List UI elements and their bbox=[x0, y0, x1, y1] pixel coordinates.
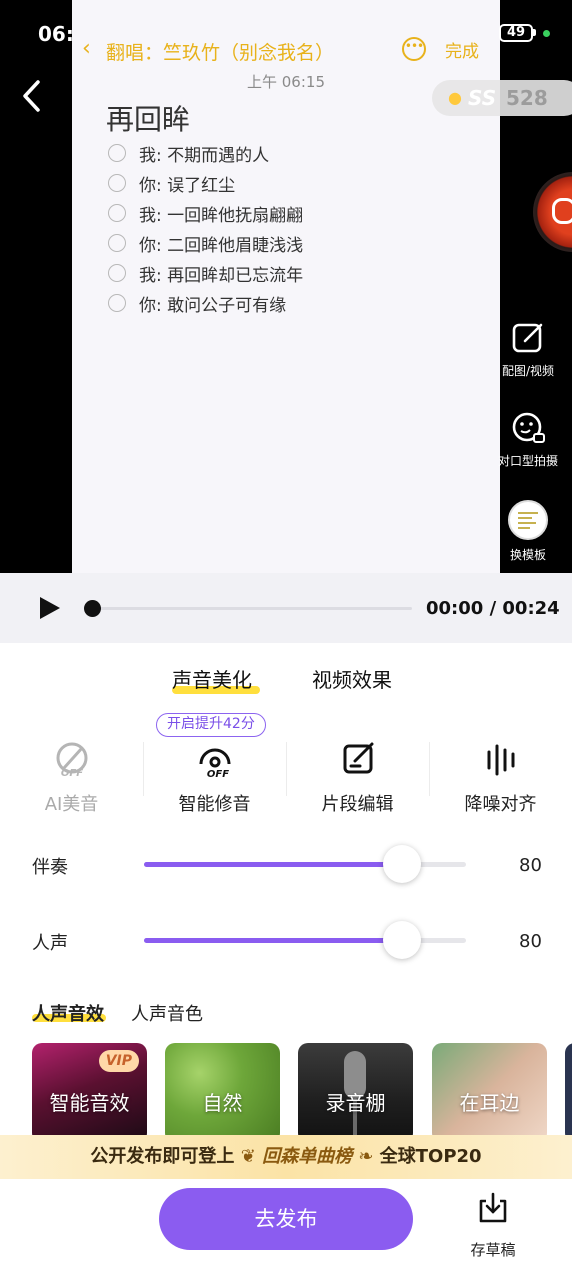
list-item: 你: 敢问公子可有缘 bbox=[108, 288, 303, 318]
laurel-icon: ❧ bbox=[358, 1146, 374, 1167]
side-tool-label: 换模板 bbox=[509, 548, 546, 562]
publish-button[interactable]: 去发布 bbox=[159, 1188, 413, 1250]
svg-text:OFF: OFF bbox=[206, 769, 228, 780]
list-item: 我: 一回眸他抚扇翩翩 bbox=[108, 198, 303, 228]
side-tool-label: 对口型拍摄 bbox=[497, 454, 558, 468]
tool-label: 降噪对齐 bbox=[464, 794, 537, 815]
laurel-icon: ❦ bbox=[240, 1146, 256, 1167]
tool-label: 智能修音 bbox=[178, 794, 251, 815]
vocal-slider-handle[interactable] bbox=[382, 921, 421, 959]
list-item: 我: 再回眸却已忘流年 bbox=[108, 258, 303, 288]
template-thumbnail bbox=[508, 500, 548, 540]
tab-voice-beautify[interactable]: 声音美化 bbox=[172, 664, 252, 693]
list-item: 我: 不期而遇的人 bbox=[108, 138, 303, 168]
checkbox-circle-icon bbox=[108, 144, 126, 162]
list-item: 你: 误了红尘 bbox=[108, 168, 303, 198]
slider-fill bbox=[144, 862, 402, 867]
draft-label: 存草稿 bbox=[470, 1241, 516, 1259]
accompaniment-label: 伴奏 bbox=[32, 857, 68, 878]
effect-label: 在耳边 bbox=[459, 1091, 520, 1115]
save-draft-button[interactable]: 存草稿 bbox=[462, 1191, 524, 1260]
side-tool-edit-media[interactable]: 配图/视频 bbox=[492, 320, 564, 379]
svg-text:OFF: OFF bbox=[60, 768, 82, 779]
edit-image-icon bbox=[512, 323, 543, 353]
tab-vocal-effects[interactable]: 人声音效 bbox=[32, 1000, 104, 1026]
clip-edit-icon bbox=[343, 742, 373, 774]
denoise-align-button[interactable]: 降噪对齐 bbox=[429, 740, 572, 816]
download-tray-icon bbox=[479, 1192, 507, 1223]
note-lyrics-list: 我: 不期而遇的人 你: 误了红尘 我: 一回眸他抚扇翩翩 你: 二回眸他眉睫浅… bbox=[108, 138, 303, 318]
play-icon[interactable] bbox=[40, 597, 60, 619]
score-grade: SS bbox=[468, 86, 497, 110]
list-item: 你: 二回眸他眉睫浅浅 bbox=[108, 228, 303, 258]
battery-tip bbox=[533, 29, 536, 36]
side-tool-label: 配图/视频 bbox=[501, 364, 555, 378]
promo-suffix: 全球TOP20 bbox=[379, 1146, 482, 1167]
slider-fill bbox=[144, 938, 402, 943]
denoise-align-icon bbox=[487, 744, 514, 776]
accompaniment-value: 80 bbox=[519, 855, 542, 876]
status-indicator-dot bbox=[543, 30, 550, 37]
effect-label: 自然 bbox=[202, 1091, 243, 1115]
smart-tune-off-icon: OFF bbox=[199, 748, 230, 780]
effect-card-partial[interactable] bbox=[565, 1043, 572, 1143]
ai-beauty-button[interactable]: OFF AI美音 bbox=[0, 740, 143, 816]
side-tool-lip-sync[interactable]: 对口型拍摄 bbox=[492, 410, 564, 469]
more-icon: ••• bbox=[402, 37, 426, 61]
progress-handle[interactable] bbox=[84, 600, 101, 617]
note-title: 翻唱：竺玖竹（别念我名） bbox=[106, 42, 335, 64]
effect-label: 智能音效 bbox=[49, 1091, 130, 1115]
checkbox-circle-icon bbox=[108, 294, 126, 312]
playback-bar: 00:00 / 00:24 bbox=[0, 573, 572, 643]
promo-banner[interactable]: 公开发布即可登上 ❦ 回森单曲榜 ❧ 全球TOP20 bbox=[0, 1135, 572, 1179]
checkbox-circle-icon bbox=[108, 234, 126, 252]
ai-beauty-off-icon: OFF bbox=[56, 742, 87, 779]
effect-card-natural[interactable]: 自然 bbox=[165, 1043, 280, 1143]
record-inner-icon bbox=[552, 198, 572, 224]
vip-badge: VIP bbox=[98, 1050, 139, 1072]
vocal-label: 人声 bbox=[32, 933, 68, 954]
effect-card-near-ear[interactable]: 在耳边 bbox=[432, 1043, 547, 1143]
lip-sync-icon bbox=[512, 412, 545, 443]
note-back-icon: ‹ bbox=[82, 36, 91, 61]
location-pin-icon: ● bbox=[448, 88, 462, 107]
effect-card-studio[interactable]: 录音棚 bbox=[298, 1043, 413, 1143]
tab-video-effects[interactable]: 视频效果 bbox=[312, 664, 392, 693]
effect-card-smart[interactable]: VIP 智能音效 bbox=[32, 1043, 147, 1143]
checkbox-circle-icon bbox=[108, 204, 126, 222]
tool-label: AI美音 bbox=[44, 794, 99, 815]
clip-edit-button[interactable]: 片段编辑 bbox=[286, 740, 429, 816]
tab-vocal-timbre[interactable]: 人声音色 bbox=[131, 1000, 203, 1026]
tool-label: 片段编辑 bbox=[321, 794, 394, 815]
progress-track[interactable] bbox=[92, 607, 412, 610]
boost-score-badge: 开启提升42分 bbox=[156, 713, 266, 737]
promo-prefix: 公开发布即可登上 bbox=[90, 1146, 235, 1167]
chevron-left-icon bbox=[23, 80, 40, 112]
checkbox-circle-icon bbox=[108, 264, 126, 282]
effect-label: 录音棚 bbox=[325, 1091, 386, 1115]
back-button[interactable] bbox=[16, 76, 52, 116]
playback-time: 00:00 / 00:24 bbox=[426, 598, 560, 619]
bottom-action-bar: 去发布 存草稿 bbox=[0, 1179, 572, 1280]
side-tool-change-template[interactable]: 换模板 bbox=[492, 500, 564, 563]
score-value: 528 bbox=[506, 86, 548, 110]
note-heading: 再回眸 bbox=[106, 103, 191, 136]
promo-rank-name: 回森单曲榜 bbox=[262, 1146, 353, 1167]
accompaniment-slider-handle[interactable] bbox=[382, 845, 421, 883]
video-preview: 06:1 ‹ 翻唱：竺玖竹（别念我名） ••• 完成 上午 06:15 再回眸 … bbox=[0, 0, 572, 573]
note-done-label: 完成 bbox=[445, 42, 479, 62]
battery-icon: 49 bbox=[499, 24, 533, 42]
smart-tune-button[interactable]: OFF 智能修音 bbox=[143, 740, 286, 816]
vocal-value: 80 bbox=[519, 931, 542, 952]
checkbox-circle-icon bbox=[108, 174, 126, 192]
